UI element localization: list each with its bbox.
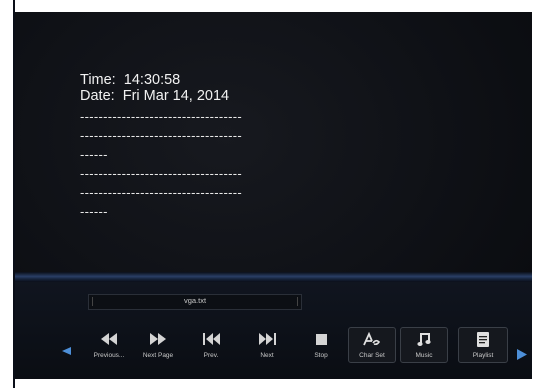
panel-divider — [15, 272, 532, 282]
char-set-label: Char Set — [359, 352, 385, 359]
previous-page-button[interactable]: Previous... — [86, 328, 132, 362]
music-button[interactable]: Music — [400, 327, 448, 363]
music-note-icon — [417, 332, 431, 346]
playlist-label: Playlist — [472, 352, 494, 359]
prev-label: Prev. — [203, 352, 219, 359]
previous-page-label: Previous... — [93, 352, 125, 359]
left-bezel — [0, 0, 13, 388]
next-label: Next — [260, 352, 274, 359]
filename-text: vga.txt — [183, 296, 207, 305]
stop-icon — [315, 333, 327, 345]
skip-next-icon — [258, 333, 276, 345]
scroll-right-icon[interactable] — [517, 349, 527, 360]
playlist-icon — [477, 331, 489, 347]
scroll-left-icon[interactable] — [61, 346, 71, 356]
text-line: ----------------------------------- — [80, 128, 243, 143]
date-label: Date: — [80, 88, 115, 104]
filename-field: vga.txt — [88, 294, 302, 310]
stop-label: Stop — [314, 352, 328, 359]
bottom-bezel — [15, 379, 542, 388]
top-bezel — [15, 0, 542, 12]
date-row: Date: Fri Mar 14, 2014 — [80, 88, 280, 104]
time-row: Time: 14:30:58 — [80, 72, 280, 88]
time-value: 14:30:58 — [123, 72, 181, 88]
fast-forward-icon — [150, 333, 166, 345]
next-page-label: Next Page — [142, 352, 174, 359]
text-line: ----------------------------------- — [80, 166, 243, 181]
playlist-button[interactable]: Playlist — [458, 327, 508, 363]
music-label: Music — [415, 352, 433, 359]
next-button[interactable]: Next — [244, 328, 290, 362]
text-line: ----------------------------------- — [80, 109, 243, 124]
char-set-icon — [363, 332, 381, 346]
char-set-button[interactable]: Char Set — [348, 327, 396, 363]
rewind-icon — [101, 333, 117, 345]
text-line: ----------------------------------- — [80, 185, 243, 200]
skip-previous-icon — [202, 333, 220, 345]
stop-button[interactable]: Stop — [298, 328, 344, 362]
text-line: ------ — [80, 147, 108, 162]
prev-button[interactable]: Prev. — [188, 328, 234, 362]
time-label: Time: — [80, 72, 116, 88]
next-page-button[interactable]: Next Page — [135, 328, 181, 362]
right-bezel — [532, 0, 542, 388]
text-viewer: Time: 14:30:58 Date: Fri Mar 14, 2014 --… — [80, 72, 280, 218]
date-value: Fri Mar 14, 2014 — [122, 88, 230, 104]
text-line: ------ — [80, 204, 108, 219]
